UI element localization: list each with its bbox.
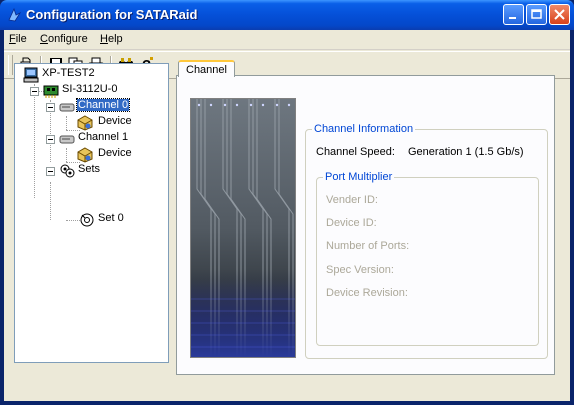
menu-configure[interactable]: Configure	[40, 33, 88, 45]
collapse-toggle[interactable]	[46, 135, 55, 144]
minimize-button[interactable]	[503, 4, 524, 25]
tree-node-device-1[interactable]: Device	[77, 147, 157, 163]
tree-line	[34, 84, 35, 198]
number-of-ports-label: Number of Ports:	[326, 240, 410, 252]
device-cube-icon	[77, 115, 93, 131]
channel-drive-icon	[59, 103, 75, 112]
port-multiplier-title: Port Multiplier	[323, 171, 395, 183]
collapse-toggle[interactable]	[46, 103, 55, 112]
tree-node-channel-1[interactable]: Channel 1	[59, 131, 159, 147]
tree-line	[66, 148, 67, 162]
menu-file[interactable]: File	[9, 33, 27, 45]
app-window: Configuration for SATARaid File Configur…	[0, 0, 574, 405]
tree-label: Channel 1	[78, 131, 129, 143]
window-title: Configuration for SATARaid	[26, 7, 198, 22]
tree-node-controller[interactable]: SI-3112U-0	[43, 83, 163, 99]
set-disk-icon	[80, 213, 94, 227]
menu-bar: File Configure Help	[4, 30, 570, 50]
menu-help[interactable]: Help	[100, 33, 123, 45]
computer-icon	[23, 67, 39, 83]
tree-line	[50, 182, 51, 220]
toolbar-grip[interactable]	[8, 55, 13, 75]
device-id-label: Device ID:	[326, 217, 377, 229]
tree-label: XP-TEST2	[42, 67, 95, 79]
vendor-id-label: Vender ID:	[326, 194, 378, 206]
device-cube-icon	[77, 147, 93, 163]
tree-line	[66, 116, 67, 130]
sets-gear-icon	[60, 164, 75, 178]
app-icon	[8, 7, 22, 22]
title-bar[interactable]: Configuration for SATARaid	[0, 0, 574, 30]
circuit-graphic	[191, 99, 295, 357]
minimize-icon	[509, 17, 516, 19]
channel-speed-label: Channel Speed:	[316, 146, 395, 158]
tree-label: Sets	[78, 163, 101, 175]
config-tree[interactable]: XP-TEST2 SI-3112U-0 Channel 0 Device Cha…	[14, 63, 169, 363]
channel-speed-value: Generation 1 (1.5 Gb/s)	[408, 146, 524, 158]
tree-label: Device	[98, 147, 132, 159]
tree-label: Device	[98, 115, 132, 127]
collapse-toggle[interactable]	[30, 87, 39, 96]
collapse-toggle[interactable]	[46, 167, 55, 176]
close-button[interactable]	[549, 4, 570, 25]
tab-channel[interactable]: Channel	[178, 60, 235, 77]
close-icon	[554, 9, 565, 20]
controller-card-icon	[43, 85, 59, 98]
tree-line	[66, 220, 80, 221]
tree-node-computer[interactable]: XP-TEST2	[19, 67, 159, 83]
maximize-button[interactable]	[526, 4, 547, 25]
tree-node-device-0[interactable]: Device	[77, 115, 157, 131]
tree-node-sets[interactable]: Sets	[59, 163, 159, 179]
tree-node-channel-0[interactable]: Channel 0	[59, 98, 159, 115]
maximize-icon	[531, 9, 542, 19]
channel-drive-icon	[59, 135, 75, 144]
tree-label: Set 0	[98, 212, 124, 224]
channel-information-title: Channel Information	[312, 123, 416, 135]
channel-illustration	[190, 98, 296, 358]
tree-node-set-0[interactable]: Set 0	[79, 212, 159, 228]
device-revision-label: Device Revision:	[326, 287, 408, 299]
tree-label-selected: Channel 0	[75, 98, 131, 112]
tree-label: SI-3112U-0	[62, 83, 118, 95]
spec-version-label: Spec Version:	[326, 264, 394, 276]
